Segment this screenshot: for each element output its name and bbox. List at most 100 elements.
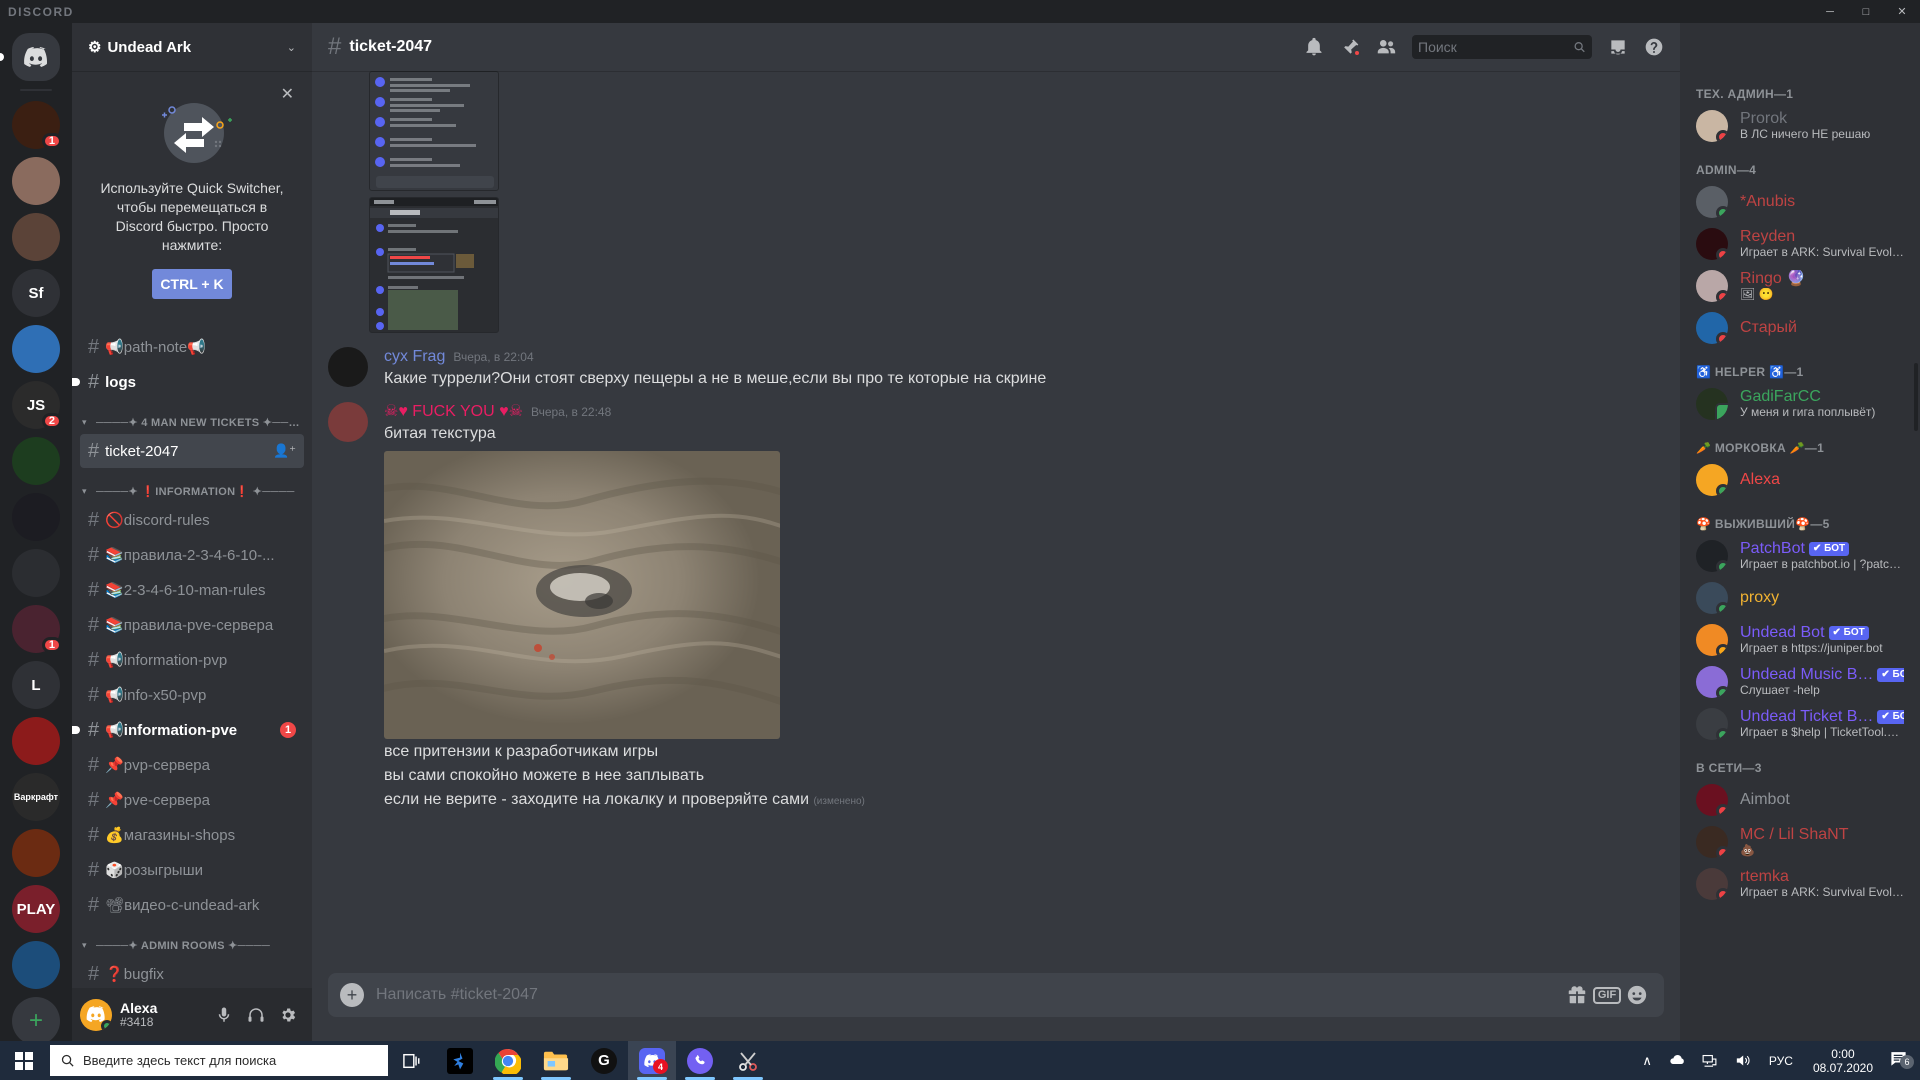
channel-list[interactable]: # 📢path-note📢 # logs ▾ ────✦ 4 MAN NEW TICKET… — [72, 321, 312, 988]
server-item[interactable] — [0, 153, 72, 209]
chevron-up-icon[interactable]: ∧ — [1634, 1053, 1660, 1069]
attach-plus-icon[interactable]: + — [340, 983, 364, 1007]
avatar[interactable] — [328, 402, 368, 443]
minimize-button[interactable]: ─ — [1812, 0, 1848, 23]
sidebar-item-information-pvp[interactable]: # 📢information-pvp — [80, 643, 304, 677]
sidebar-item-pve-сервера[interactable]: # 📌pve-сервера — [80, 783, 304, 817]
logitech-icon[interactable]: G — [580, 1041, 628, 1080]
member-item[interactable]: Ringo 🔮 🖼 😶 — [1688, 265, 1912, 307]
message-author[interactable]: ☠♥ FUCK YOU ♥☠ — [384, 402, 523, 421]
member-list[interactable]: ТЕХ. АДМИН—1 Prorok В ЛС ничего НЕ решаю AD… — [1680, 23, 1920, 1041]
server-item[interactable] — [0, 489, 72, 545]
sidebar-item-правила-pve-сервера[interactable]: # 📚правила-pve-сервера — [80, 608, 304, 642]
server-list[interactable]: 1 Sf JS 2 1 L Варкрафт PLAY — [0, 97, 72, 993]
member-item[interactable]: Prorok В ЛС ничего НЕ решаю — [1688, 105, 1912, 147]
gear-icon[interactable] — [272, 999, 304, 1031]
sidebar-item-видео-с-undead-ark[interactable]: # 📽видео-с-undead-ark — [80, 888, 304, 922]
sidebar-item-information-pve[interactable]: # 📢information-pve 1 — [72, 713, 304, 747]
sidebar-item-discord-rules[interactable]: # 🚫discord-rules — [80, 503, 304, 537]
search-input[interactable] — [1418, 39, 1574, 55]
message[interactable]: ☠♥ FUCK YOU ♥☠ Вчера, в 22:48 битая тексту… — [312, 394, 1680, 817]
cloud-icon[interactable] — [1660, 1052, 1693, 1069]
clock[interactable]: 0:00 08.07.2020 — [1803, 1047, 1883, 1075]
screenshot-thumb-1[interactable] — [369, 71, 499, 191]
member-item[interactable]: Undead Ticket B…✔ БОТИграет в $help | Ti… — [1688, 703, 1912, 745]
snip-icon[interactable] — [724, 1041, 772, 1080]
bell-icon[interactable] — [1296, 29, 1332, 65]
home-button[interactable] — [0, 29, 72, 85]
message-list[interactable]: cyx Frag Вчера, в 22:04 Какие туррели?Они … — [312, 71, 1680, 973]
server-item[interactable]: PLAY — [0, 881, 72, 937]
windows-icon[interactable] — [0, 1041, 48, 1080]
screenshot-thumb-2[interactable] — [369, 197, 499, 333]
message-attachment-image[interactable] — [384, 451, 780, 740]
inbox-icon[interactable] — [1600, 29, 1636, 65]
sidebar-item-path-note[interactable]: # 📢path-note📢 — [80, 330, 304, 364]
member-item[interactable]: Undead Bot ✔ БОТ Играет в https://juniper.… — [1688, 619, 1912, 661]
avatar[interactable] — [80, 998, 112, 1031]
embedded-screenshot-thumbnails[interactable] — [369, 71, 499, 333]
avatar[interactable] — [328, 347, 368, 387]
gif-button[interactable]: GIF — [1592, 983, 1622, 1007]
headset-icon[interactable] — [240, 999, 272, 1031]
notification-icon[interactable]: 6 — [1883, 1049, 1920, 1073]
member-item[interactable]: PatchBot ✔ БОТ Играет в patchbot.io | ?pat… — [1688, 535, 1912, 577]
server-item[interactable] — [0, 433, 72, 489]
speaker-icon[interactable] — [1726, 1052, 1759, 1069]
sidebar-item-bugfix[interactable]: # ❓bugfix — [80, 957, 304, 988]
file-explorer-icon[interactable] — [532, 1041, 580, 1080]
channel-category[interactable]: ▾ ────✦ 4 MAN NEW TICKETS ✦──── — [72, 400, 312, 433]
help-icon[interactable] — [1636, 29, 1672, 65]
member-item[interactable]: proxy — [1688, 577, 1912, 619]
server-item[interactable]: Варкрафт — [0, 769, 72, 825]
add-member-icon[interactable]: 👤⁺ — [273, 443, 296, 459]
server-rail[interactable]: 1 Sf JS 2 1 L Варкрафт PLAY + — [0, 23, 72, 1041]
member-item[interactable]: GadiFarCC У меня и гига поплывёт) — [1688, 383, 1912, 425]
sidebar-item-info-x50-pvp[interactable]: # 📢info-x50-pvp — [80, 678, 304, 712]
member-item[interactable]: Aimbot — [1688, 779, 1912, 821]
network-icon[interactable] — [1693, 1052, 1726, 1069]
member-item[interactable]: Reyden Играет в ARK: Survival Evolved — [1688, 223, 1912, 265]
add-server-button[interactable]: + — [0, 993, 72, 1041]
member-item[interactable]: Undead Music B…✔ БОТСлушает -help — [1688, 661, 1912, 703]
server-item[interactable] — [0, 713, 72, 769]
server-item[interactable] — [0, 825, 72, 881]
channel-category[interactable]: ▾ ────✦ ADMIN ROOMS ✦──── — [72, 923, 312, 956]
chrome-icon[interactable] — [484, 1041, 532, 1080]
server-item[interactable] — [0, 545, 72, 601]
members-icon[interactable] — [1368, 29, 1404, 65]
sidebar-item-2-3-4-6-10-man-rules[interactable]: # 📚2-3-4-6-10-man-rules — [80, 573, 304, 607]
member-item[interactable]: rtemka Играет в ARK: Survival Evolved — [1688, 863, 1912, 905]
message[interactable]: cyx Frag Вчера, в 22:04 Какие туррели?Они … — [312, 339, 1680, 394]
message-author[interactable]: cyx Frag — [384, 347, 445, 366]
sidebar-item-правила-2-3-4-6-10-[interactable]: # 📚правила-2-3-4-6-10-... — [80, 538, 304, 572]
chevron-down-icon[interactable]: ⌄ — [287, 41, 296, 54]
search-box[interactable] — [1412, 35, 1592, 59]
close-button[interactable]: ✕ — [1884, 0, 1920, 23]
emoji-icon[interactable] — [1622, 983, 1652, 1007]
taskbar-search[interactable]: Введите здесь текст для поиска — [50, 1045, 388, 1076]
member-item[interactable]: MC / Lil ShaNT 💩 — [1688, 821, 1912, 863]
server-item[interactable] — [0, 937, 72, 993]
server-item[interactable]: L — [0, 657, 72, 713]
server-item[interactable]: 1 — [0, 97, 72, 153]
sidebar-item-pvp-сервера[interactable]: # 📌pvp-сервера — [80, 748, 304, 782]
maximize-button[interactable]: □ — [1848, 0, 1884, 23]
server-item[interactable]: Sf — [0, 265, 72, 321]
sidebar-item-магазины-shops[interactable]: # 💰магазины-shops — [80, 818, 304, 852]
task-view-icon[interactable] — [388, 1041, 436, 1080]
message-composer[interactable]: + GIF — [328, 973, 1664, 1017]
member-item[interactable]: Alexa — [1688, 459, 1912, 501]
server-item[interactable] — [0, 209, 72, 265]
message-input[interactable] — [364, 986, 1562, 1004]
server-item[interactable]: JS 2 — [0, 377, 72, 433]
sidebar-item-ticket-2047[interactable]: # ticket-2047 👤⁺ — [80, 434, 304, 468]
member-item[interactable]: Старый — [1688, 307, 1912, 349]
sidebar-item-logs[interactable]: # logs — [72, 365, 304, 399]
server-item[interactable]: 1 — [0, 601, 72, 657]
sidebar-item-розыгрыши[interactable]: # 🎲розыгрыши — [80, 853, 304, 887]
mic-icon[interactable] — [208, 999, 240, 1031]
member-scrollbar[interactable] — [1914, 363, 1918, 431]
gift-icon[interactable] — [1562, 983, 1592, 1007]
server-header[interactable]: ⚙ Undead Ark ⌄ — [72, 23, 312, 71]
